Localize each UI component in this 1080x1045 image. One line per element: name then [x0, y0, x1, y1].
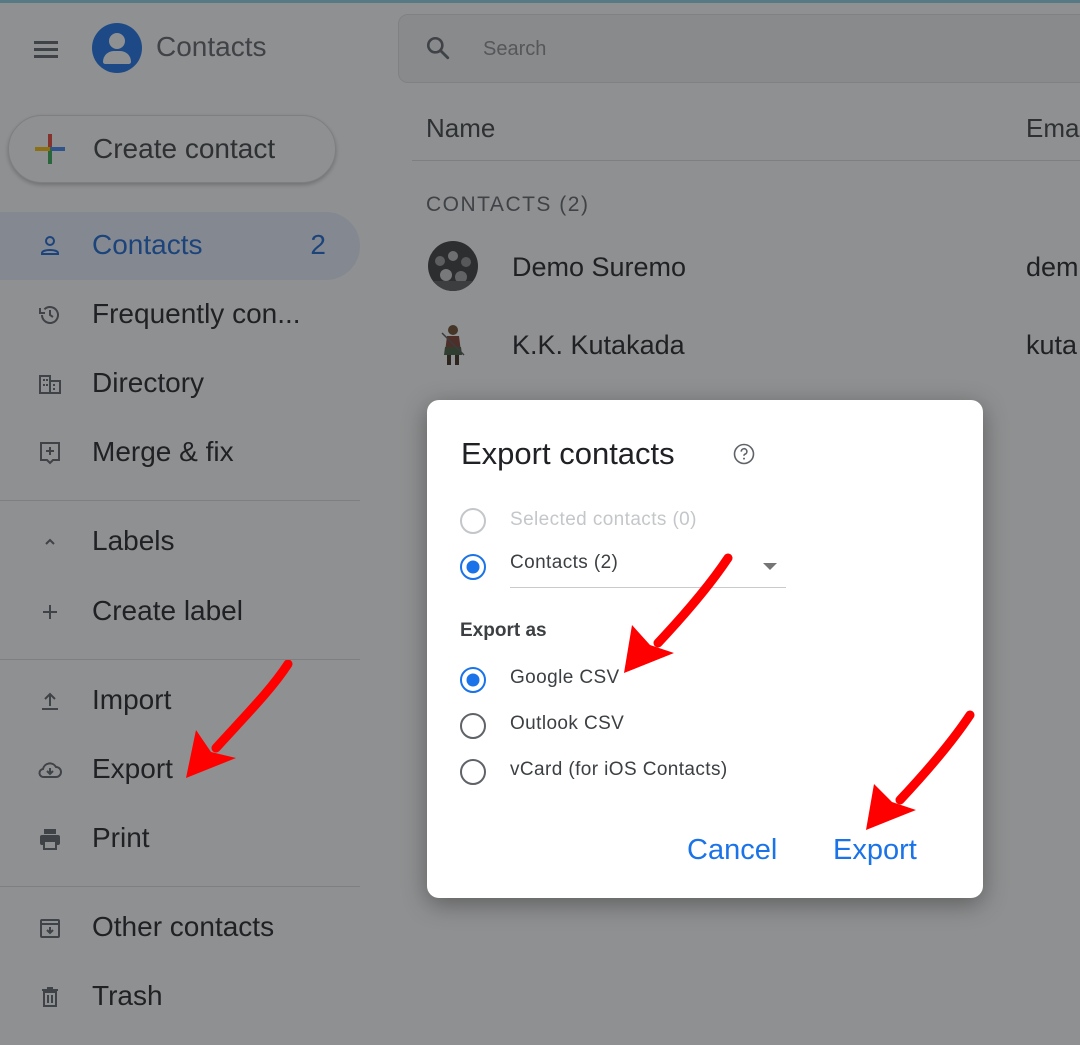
help-icon[interactable] — [733, 443, 755, 465]
export-as-heading: Export as — [460, 620, 547, 641]
radio-all-contacts[interactable] — [459, 553, 487, 581]
dropdown-arrow-icon[interactable] — [763, 563, 777, 570]
annotation-arrow-icon — [624, 553, 733, 673]
radio-vcard[interactable] — [459, 758, 487, 786]
radio-label: Outlook CSV — [510, 713, 625, 734]
radio-label: vCard (for iOS Contacts) — [510, 759, 728, 780]
radio-outlook-csv[interactable] — [459, 712, 487, 740]
export-button[interactable]: Export — [833, 834, 917, 867]
radio-label: Google CSV — [510, 667, 620, 688]
radio-selected-contacts[interactable] — [459, 507, 487, 535]
radio-label: Selected contacts (0) — [510, 509, 697, 530]
contacts-select[interactable]: Contacts (2) — [510, 552, 618, 574]
radio-google-csv[interactable] — [459, 666, 487, 694]
cancel-button[interactable]: Cancel — [687, 834, 777, 867]
annotation-arrow-icon — [186, 660, 293, 778]
dialog-title: Export contacts — [461, 436, 675, 471]
annotation-arrow-icon — [866, 710, 975, 830]
